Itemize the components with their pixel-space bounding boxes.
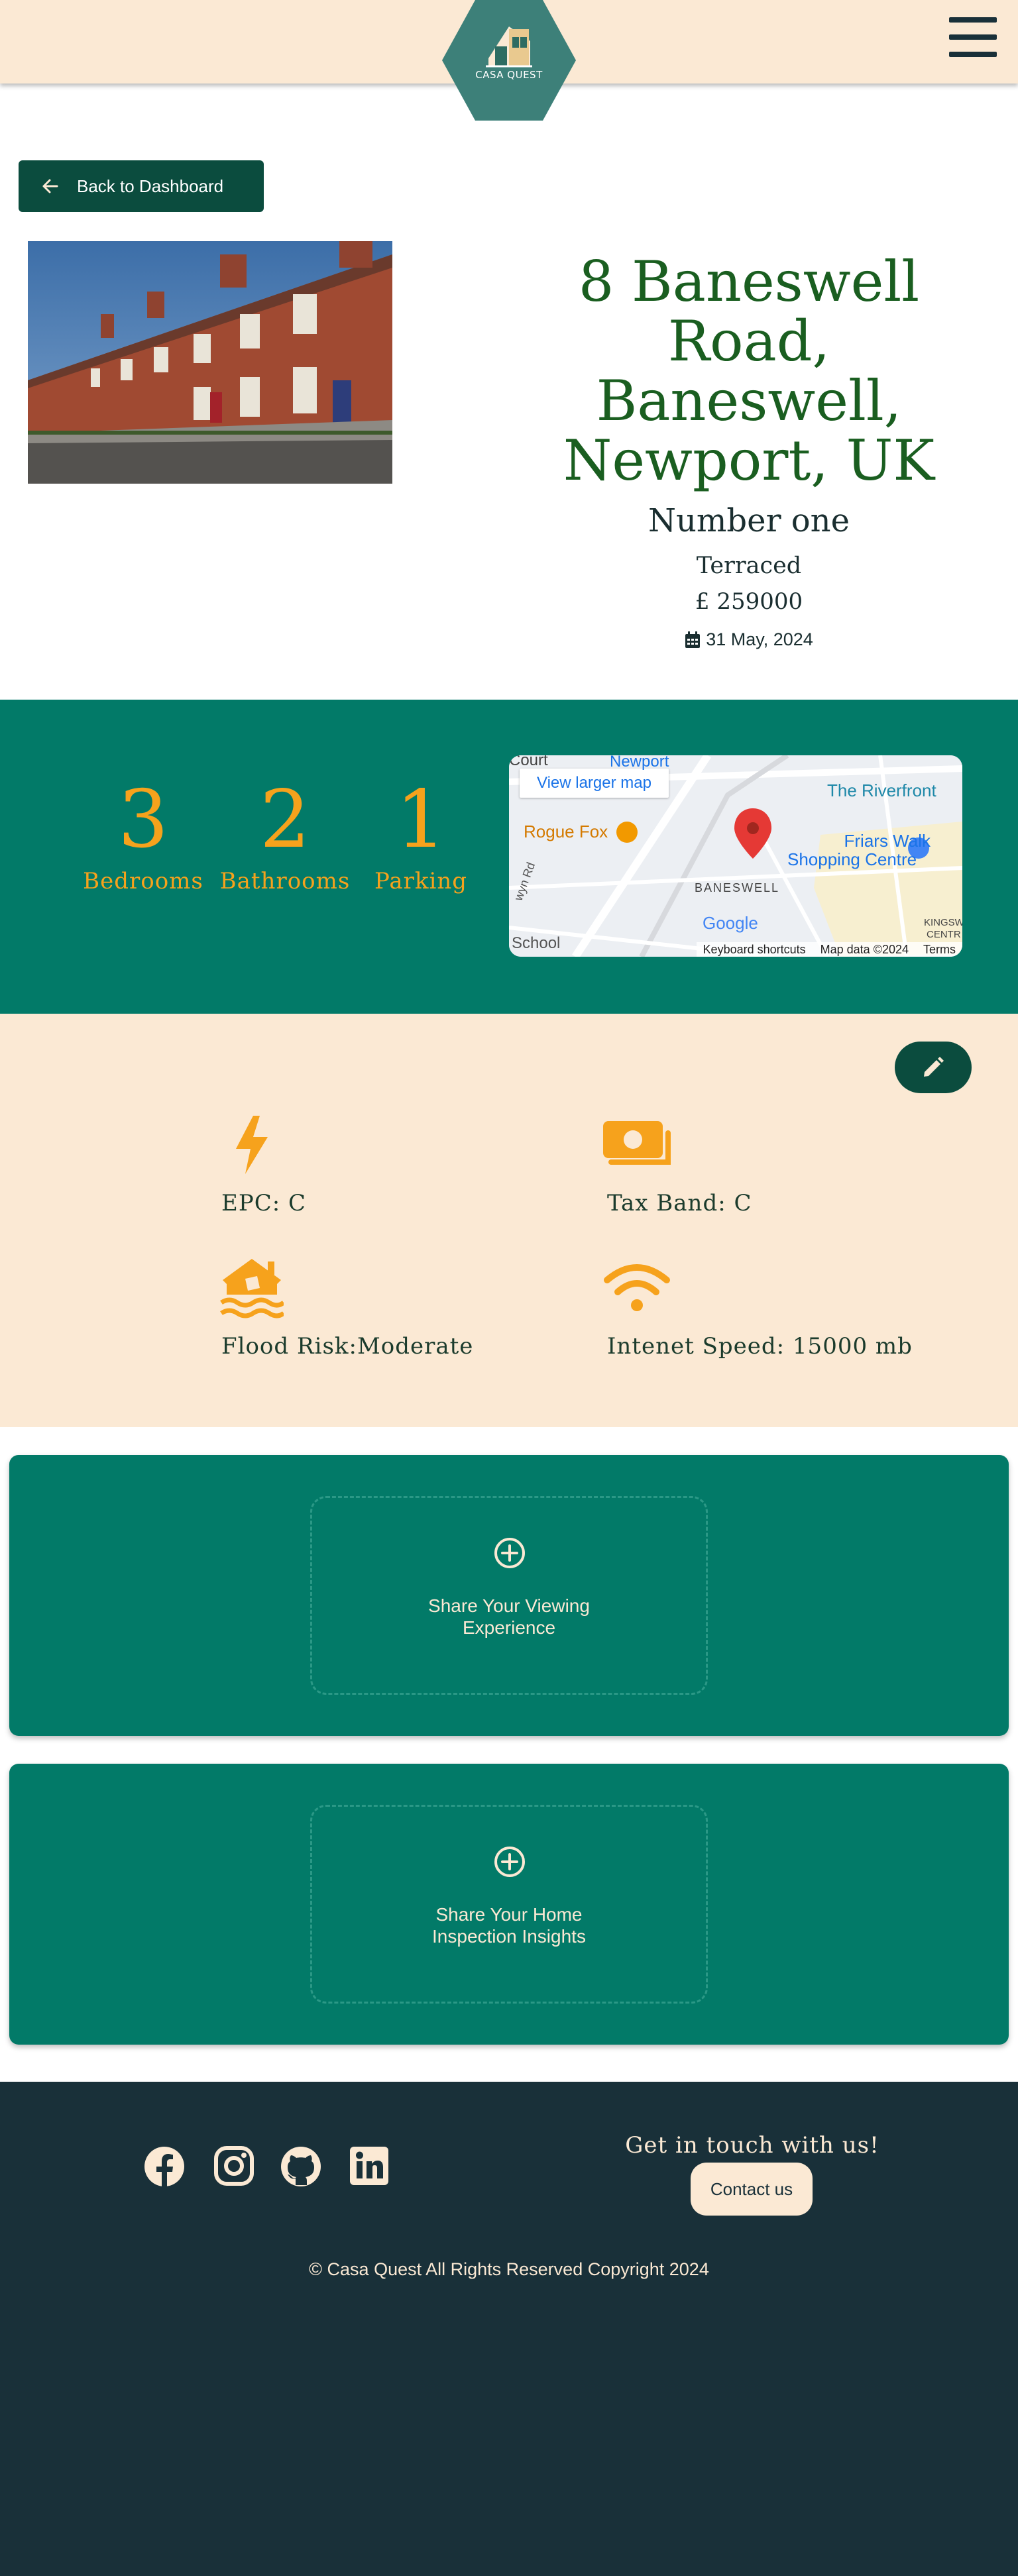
back-button-label: Back to Dashboard <box>77 176 224 196</box>
get-in-touch-heading: Get in touch with us! <box>625 2132 879 2159</box>
keyboard-shortcuts-link[interactable]: Keyboard shortcuts <box>703 943 806 957</box>
calendar-icon <box>685 631 701 648</box>
bedrooms-count: 3 <box>117 774 169 866</box>
map-label-baneswell: BANESWELL <box>695 881 780 894</box>
property-address: 8 Baneswell Road, Baneswell, Newport, UK <box>563 249 935 493</box>
github-icon[interactable] <box>280 2145 322 2188</box>
share-viewing-text: Share Your Viewing Experience <box>312 1595 706 1638</box>
bedrooms-label: Bedrooms <box>83 868 203 894</box>
share-viewing-experience-button[interactable]: Share Your Viewing Experience <box>310 1496 708 1695</box>
arrow-left-icon <box>42 179 58 193</box>
location-map[interactable]: View larger map Court Newport The Riverf… <box>509 755 962 957</box>
stat-bathrooms: 2 Bathrooms <box>213 774 357 894</box>
flood-risk-label: Flood Risk:Moderate <box>221 1333 474 1360</box>
map-label-kingsway-centre: CENTR <box>927 929 961 940</box>
money-bills-icon <box>603 1121 671 1165</box>
plus-circle-icon <box>494 1538 525 1568</box>
parking-label: Parking <box>374 868 467 894</box>
epc-label: EPC: C <box>221 1190 306 1216</box>
instagram-icon[interactable] <box>213 2145 254 2186</box>
linkedin-icon[interactable] <box>349 2145 390 2186</box>
wifi-icon <box>604 1264 670 1311</box>
internet-speed-label: Intenet Speed: 15000 mb <box>607 1333 913 1360</box>
tax-band-label: Tax Band: C <box>607 1190 752 1216</box>
house-flood-icon <box>220 1259 284 1318</box>
map-label-school: School <box>512 934 561 952</box>
map-data-text: Map data ©2024 <box>820 942 909 956</box>
map-label-friars-walk: Friars Walk <box>844 831 931 851</box>
map-label-court: Court <box>509 755 548 769</box>
pencil-icon <box>924 1057 944 1077</box>
map-label-shopping-centre: Shopping Centre <box>787 849 917 869</box>
casa-quest-logo[interactable]: CASA QUEST <box>442 0 576 121</box>
google-logo: Google <box>703 913 758 933</box>
view-larger-map-link[interactable]: View larger map <box>520 769 669 798</box>
share-inspection-insights-button[interactable]: Share Your Home Inspection Insights <box>310 1805 708 2004</box>
edit-button[interactable] <box>895 1042 972 1093</box>
copyright-text: © Casa Quest All Rights Reserved Copyrig… <box>309 2259 709 2279</box>
bathrooms-label: Bathrooms <box>219 868 351 894</box>
property-name: Number one <box>648 502 850 539</box>
share-inspection-text: Share Your Home Inspection Insights <box>312 1904 706 1947</box>
contact-us-button[interactable]: Contact us <box>691 2163 813 2216</box>
property-date: 31 May, 2024 <box>537 629 961 650</box>
stat-bedrooms: 3 Bedrooms <box>77 774 209 894</box>
facebook-icon[interactable] <box>143 2145 186 2188</box>
property-type: Terraced <box>696 553 802 579</box>
map-footer: Keyboard shortcuts Map data ©2024 Terms <box>696 942 962 957</box>
map-label-newport: Newport <box>610 755 669 771</box>
plus-circle-icon <box>494 1847 525 1877</box>
date-text: 31 May, 2024 <box>706 629 813 649</box>
map-label-rogue-fox: Rogue Fox <box>524 822 608 841</box>
property-price: £ 259000 <box>695 588 803 615</box>
parking-count: 1 <box>395 774 447 866</box>
property-photo <box>28 241 392 484</box>
lightning-bolt-icon <box>236 1116 268 1174</box>
hamburger-menu-icon[interactable] <box>949 17 997 57</box>
logo-text: CASA QUEST <box>475 69 543 81</box>
share-inspection-line-1: Share Your Home <box>435 1904 583 1925</box>
stat-parking: 1 Parking <box>362 774 480 894</box>
share-viewing-card: Share Your Viewing Experience <box>9 1455 1009 1736</box>
terms-link[interactable]: Terms <box>923 943 956 957</box>
back-to-dashboard-button[interactable]: Back to Dashboard <box>19 160 264 212</box>
details-section <box>0 1014 1018 1427</box>
share-viewing-line-1: Share Your Viewing <box>428 1595 590 1616</box>
map-label-kingsway: KINGSW <box>924 917 962 928</box>
map-label-riverfront: The Riverfront <box>827 780 936 800</box>
bathrooms-count: 2 <box>259 774 311 866</box>
share-inspection-card: Share Your Home Inspection Insights <box>9 1764 1009 2045</box>
share-viewing-line-2: Experience <box>462 1617 556 1638</box>
share-inspection-line-2: Inspection Insights <box>432 1926 586 1947</box>
